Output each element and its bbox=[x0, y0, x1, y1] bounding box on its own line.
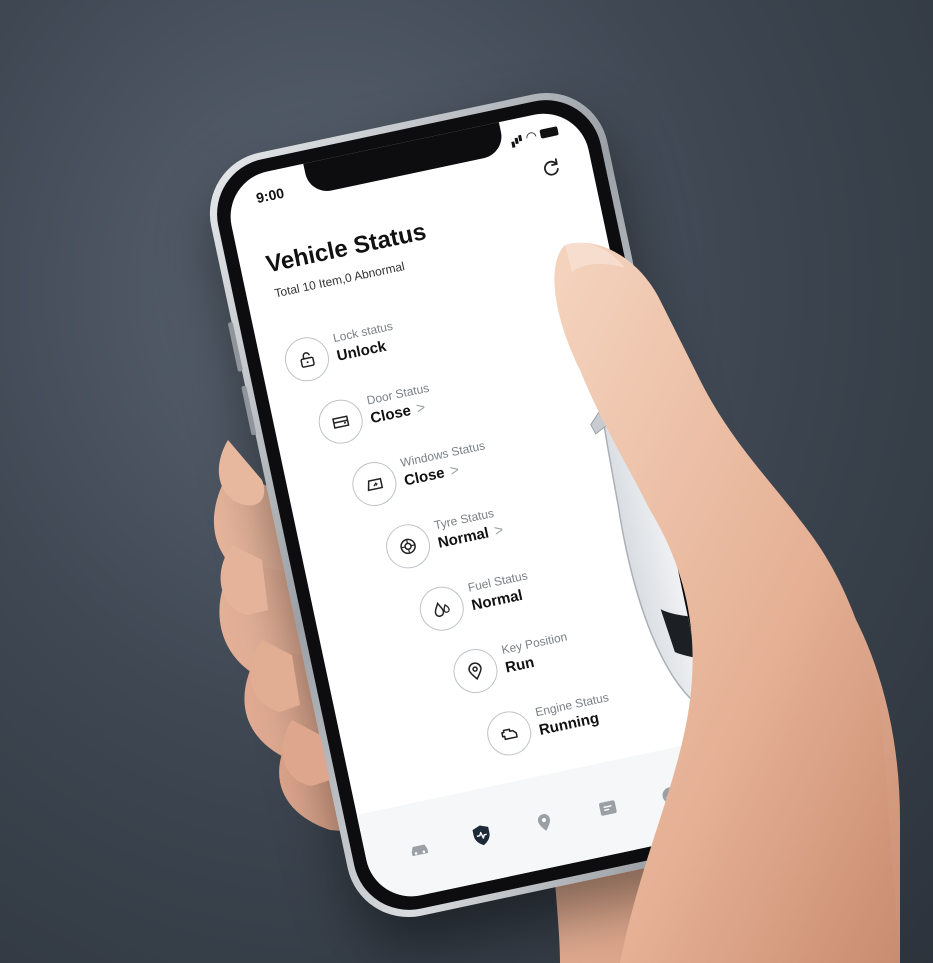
door-icon bbox=[314, 395, 367, 448]
tab-messages[interactable] bbox=[590, 791, 626, 827]
profile-icon bbox=[662, 787, 679, 804]
fuel-icon bbox=[415, 582, 468, 635]
location-pin-icon bbox=[449, 644, 502, 698]
status-value: Run bbox=[503, 653, 536, 677]
chevron-right-icon: > bbox=[448, 461, 461, 480]
status-icons: ◠ bbox=[510, 124, 560, 148]
tab-profile[interactable] bbox=[653, 777, 689, 813]
signal-icon bbox=[511, 141, 516, 148]
shield-pulse-icon bbox=[472, 825, 490, 846]
car-icon bbox=[411, 844, 429, 857]
chevron-right-icon: > bbox=[492, 521, 505, 540]
window-icon bbox=[348, 457, 401, 511]
tab-car[interactable] bbox=[401, 831, 437, 867]
message-icon bbox=[598, 800, 617, 816]
scene: 9:00 ◠ Vehicle Status Total 10 Item,0 Ab… bbox=[0, 0, 933, 963]
status-time: 9:00 bbox=[254, 184, 286, 207]
engine-icon bbox=[483, 707, 536, 760]
lock-icon bbox=[280, 333, 334, 386]
chevron-right-icon: > bbox=[414, 398, 427, 418]
tab-location[interactable] bbox=[527, 804, 563, 840]
refresh-icon[interactable] bbox=[540, 156, 564, 180]
tyre-icon bbox=[381, 520, 435, 573]
tab-vehicle-status[interactable] bbox=[464, 817, 500, 853]
battery-icon bbox=[539, 126, 559, 139]
map-pin-icon bbox=[538, 814, 551, 831]
wifi-icon: ◠ bbox=[524, 127, 539, 145]
